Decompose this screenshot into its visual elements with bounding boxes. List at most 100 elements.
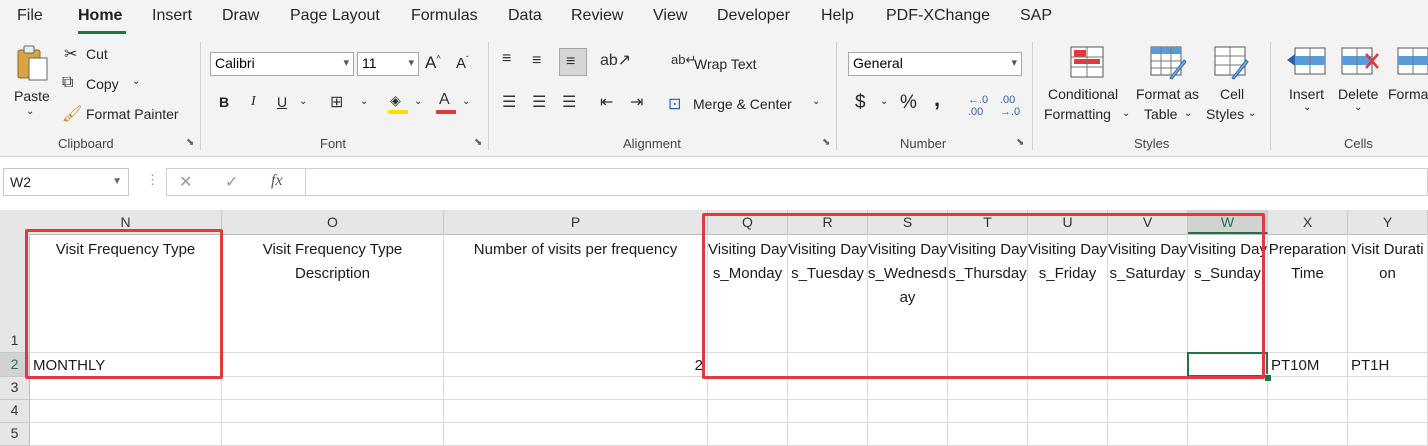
number-format-value: General (853, 55, 903, 71)
wrap-text-button[interactable]: Wrap Text (694, 56, 757, 72)
cell-o2[interactable] (222, 353, 444, 377)
menu-review[interactable]: Review (571, 7, 623, 25)
cell-styles-button[interactable]: Styles (1206, 106, 1244, 122)
column-header-p[interactable]: P (444, 210, 708, 234)
cell-x2[interactable]: PT10M (1268, 353, 1348, 377)
column-header-o[interactable]: O (222, 210, 444, 234)
underline-button[interactable]: U (277, 94, 287, 110)
fill-handle[interactable] (1264, 374, 1272, 382)
merge-center-button[interactable]: Merge & Center (693, 96, 792, 112)
format-painter-button[interactable]: Format Painter (86, 106, 179, 122)
cell-y1[interactable]: Visit Duration (1348, 234, 1428, 353)
decrease-decimal-icon[interactable]: .00 →.0 (1000, 94, 1020, 118)
menu-home[interactable]: Home (78, 7, 122, 25)
formula-input[interactable] (306, 168, 1428, 196)
grow-font-icon[interactable]: A^ (425, 53, 441, 73)
decrease-indent-icon[interactable]: ⇤ (600, 92, 613, 112)
group-divider (488, 42, 489, 150)
menu-formulas[interactable]: Formulas (411, 7, 478, 25)
format-cells-button[interactable]: Forma (1388, 86, 1428, 102)
dialog-launcher-icon[interactable]: ⬊ (186, 137, 194, 148)
borders-icon[interactable]: ⊞ (330, 92, 343, 112)
menu-draw[interactable]: Draw (222, 7, 259, 25)
column-header-y[interactable]: Y (1348, 210, 1428, 234)
align-center-icon[interactable]: ☰ (532, 92, 546, 112)
format-as-table-button[interactable]: Table (1144, 106, 1177, 122)
menu-developer[interactable]: Developer (717, 7, 790, 25)
menu-view[interactable]: View (653, 7, 687, 25)
fill-color-icon[interactable]: ◈ (388, 92, 408, 114)
menu-sap[interactable]: SAP (1020, 7, 1052, 25)
group-divider (200, 42, 201, 150)
ribbon: Paste ⌄ ✂ Cut ⧉ Copy ⌄ 🖌 Format Painter … (0, 36, 1428, 157)
cell-label[interactable]: Cell (1220, 86, 1244, 102)
chevron-down-icon: ⌄ (1122, 108, 1131, 119)
increase-indent-icon[interactable]: ⇥ (630, 92, 643, 112)
cancel-icon[interactable]: ✕ (179, 172, 192, 192)
increase-decimal-icon[interactable]: ←.0.00 (968, 94, 988, 118)
format-as-table-icon (1150, 46, 1186, 80)
copy-icon: ⧉ (62, 74, 74, 91)
column-header-x[interactable]: X (1268, 210, 1348, 234)
cut-button[interactable]: Cut (86, 46, 108, 62)
font-color-icon[interactable]: A (436, 91, 456, 114)
orientation-icon[interactable]: ab↗ (600, 50, 631, 70)
dialog-launcher-icon[interactable]: ⬊ (474, 137, 482, 148)
align-top-icon[interactable]: ≡ (502, 50, 511, 68)
align-left-icon[interactable]: ☰ (502, 92, 516, 112)
cell-y2[interactable]: PT1H (1348, 353, 1428, 377)
align-right-icon[interactable]: ☰ (562, 92, 576, 112)
cell-p1[interactable]: Number of visits per frequency (444, 234, 708, 353)
enter-icon[interactable]: ✓ (225, 172, 238, 192)
chevron-down-icon: ⌄ (880, 96, 889, 107)
cell-o1[interactable]: Visit Frequency Type Description (222, 234, 444, 353)
align-bottom-button[interactable]: ≡ (559, 48, 587, 76)
insert-function-icon[interactable]: fx (271, 172, 283, 190)
format-as-label[interactable]: Format as (1136, 86, 1199, 102)
cell-p2[interactable]: 2 (444, 353, 708, 377)
chevron-down-icon: ▾ (343, 57, 349, 69)
paint-bucket-icon: ◈ (390, 92, 401, 108)
format-cells-icon (1397, 47, 1428, 75)
dialog-launcher-icon[interactable]: ⬊ (822, 137, 830, 148)
chevron-down-icon: ⌄ (360, 96, 369, 107)
merge-center-icon: ⊡ (668, 96, 682, 113)
paste-button[interactable]: Paste ⌄ (10, 44, 54, 124)
conditional-formatting-button[interactable]: Formatting (1044, 106, 1111, 122)
paste-label: Paste (14, 88, 50, 104)
menu-page-layout[interactable]: Page Layout (290, 7, 380, 25)
insert-cells-button[interactable]: Insert (1289, 86, 1324, 102)
dialog-launcher-icon[interactable]: ⬊ (1016, 137, 1024, 148)
more-options-icon: ⋮ (146, 172, 159, 187)
name-box[interactable]: W2 ▼ (3, 168, 129, 196)
italic-button[interactable]: I (251, 94, 256, 110)
copy-button[interactable]: Copy (86, 76, 119, 92)
chevron-down-icon: ⌄ (1303, 102, 1312, 113)
shrink-font-icon[interactable]: Aˇ (456, 55, 469, 72)
fill-color-swatch (388, 110, 408, 114)
empty-rows-grid (221, 377, 1348, 446)
align-middle-icon[interactable]: ≡ (532, 52, 541, 70)
group-divider (1032, 42, 1033, 150)
comma-style-button[interactable]: , (934, 86, 940, 112)
number-format-select[interactable]: General ▾ (848, 52, 1022, 76)
percent-button[interactable]: % (900, 92, 917, 114)
cell-x1[interactable]: Preparation Time (1268, 234, 1348, 353)
highlight-box-visiting-days (702, 213, 1265, 379)
currency-button[interactable]: $ (855, 92, 866, 114)
font-size-select[interactable]: 11 ▾ (357, 52, 419, 76)
chevron-down-icon: ⌄ (132, 76, 141, 87)
menu-help[interactable]: Help (821, 7, 854, 25)
menu-pdf-xchange[interactable]: PDF-XChange (886, 7, 990, 25)
delete-cells-button[interactable]: Delete (1338, 86, 1378, 102)
chevron-down-icon: ⌄ (462, 96, 471, 107)
menu-file[interactable]: File (17, 7, 43, 25)
conditional-label[interactable]: Conditional (1048, 86, 1118, 102)
font-name-select[interactable]: Calibri ▾ (210, 52, 354, 76)
paste-icon (17, 45, 48, 81)
font-color-swatch (436, 110, 456, 114)
menu-data[interactable]: Data (508, 7, 542, 25)
menu-insert[interactable]: Insert (152, 7, 192, 25)
wrap-text-icon: ab↵ (671, 52, 697, 67)
bold-button[interactable]: B (219, 94, 229, 110)
